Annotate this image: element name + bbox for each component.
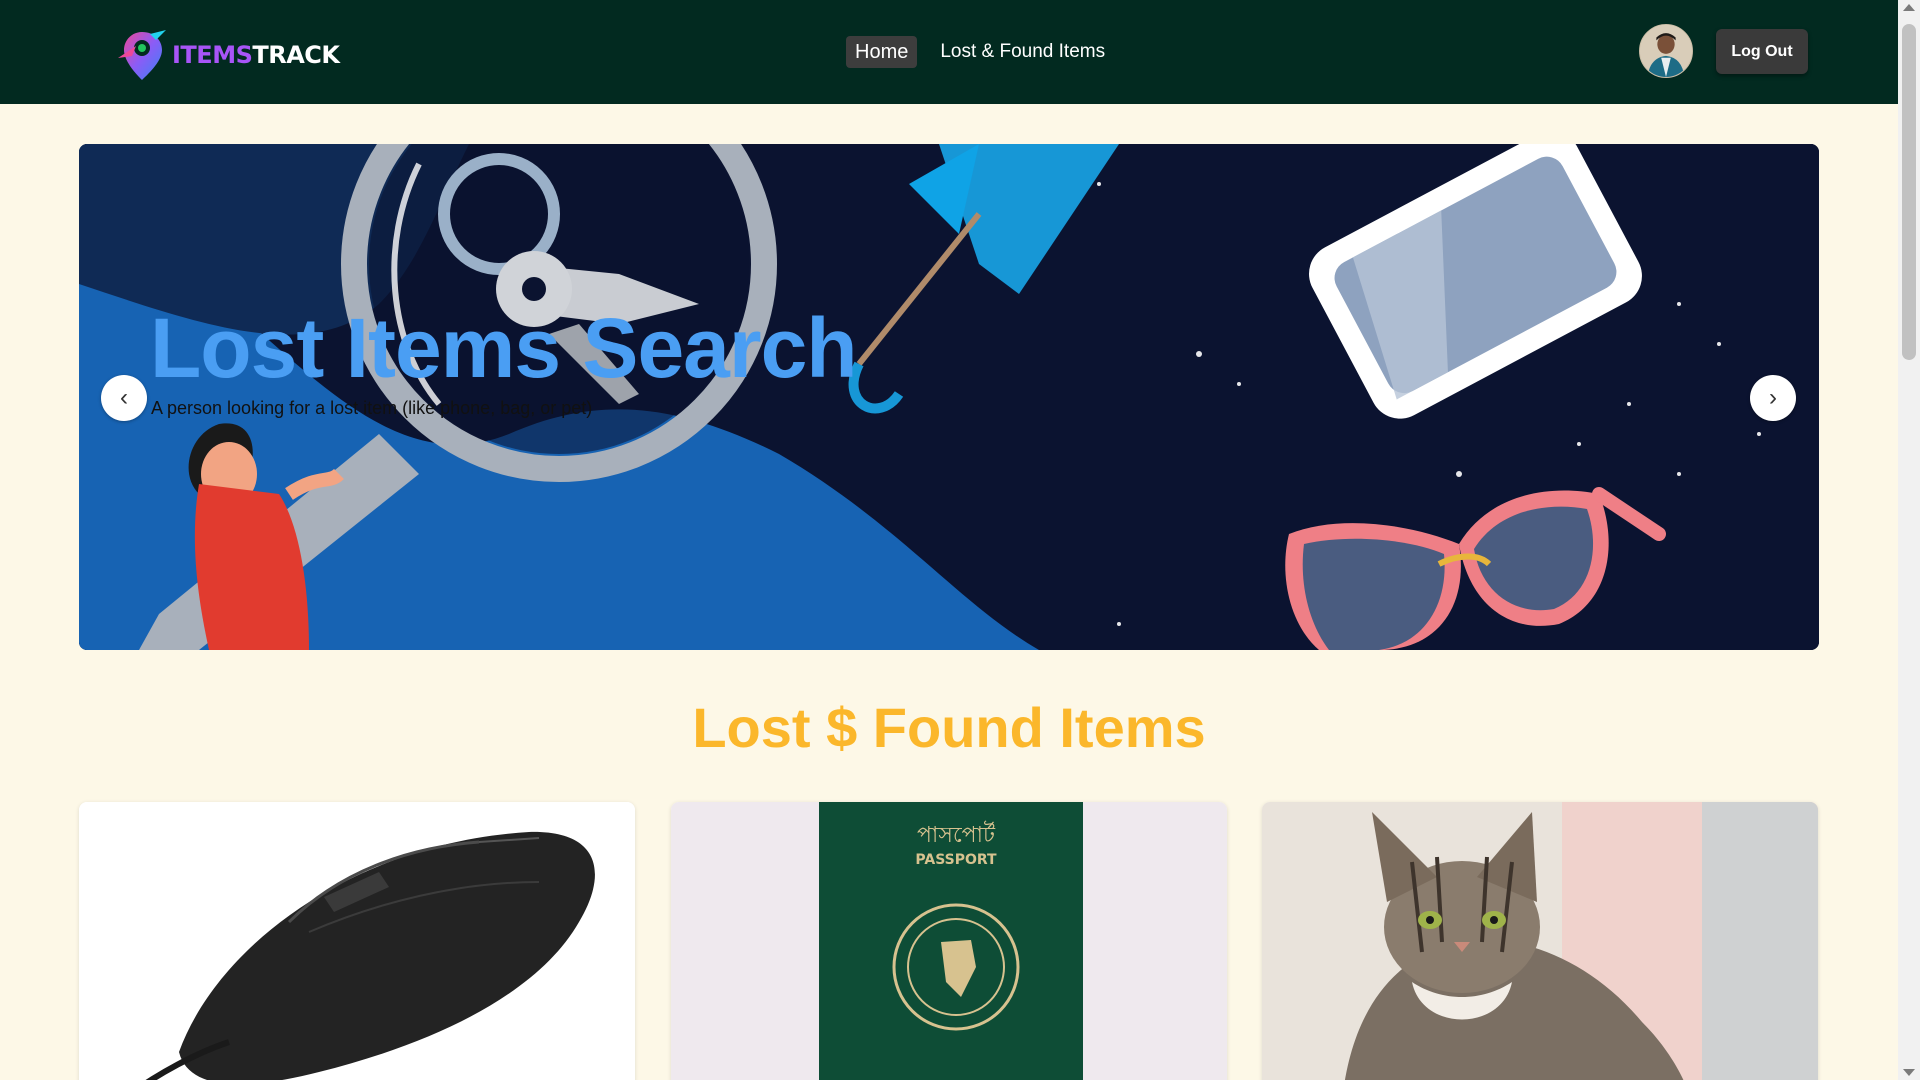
hero-carousel: Lost Items Search A person looking for a… — [79, 144, 1819, 650]
item-card-cat[interactable] — [1262, 802, 1818, 1080]
user-photo-icon — [1640, 25, 1692, 77]
passport-english-text: PASSPORT — [915, 852, 997, 868]
item-card-mouse[interactable] — [79, 802, 635, 1080]
scroll-thumb[interactable] — [1902, 24, 1916, 360]
passport-bengali-text: পাসপোর্ট — [917, 821, 996, 848]
nav-link-home[interactable]: Home — [846, 36, 918, 68]
user-avatar[interactable] — [1639, 24, 1693, 78]
hero-caption: A person looking for a lost item (like p… — [151, 398, 593, 418]
carousel-prev-button[interactable]: ‹ — [101, 375, 147, 421]
page-scrollbar[interactable] — [1898, 0, 1920, 1080]
logout-button[interactable]: Log Out — [1716, 29, 1808, 74]
item-card-passport[interactable]: পাসপোর্ট PASSPORT — [671, 802, 1227, 1080]
carousel-next-button[interactable]: › — [1750, 375, 1796, 421]
section-title: Lost $ Found Items — [692, 696, 1206, 759]
brand-name: ITEMSTRACK — [172, 41, 340, 69]
location-pin-logo-icon — [118, 30, 166, 80]
chevron-left-icon: ‹ — [120, 384, 128, 411]
scroll-down-icon[interactable] — [1903, 1069, 1915, 1076]
hero-illustration — [79, 144, 1819, 650]
passport-image: পাসপোর্ট PASSPORT — [671, 802, 1227, 1080]
hero-title: Lost Items Search — [150, 301, 858, 395]
main-nav: Home Lost & Found Items — [846, 36, 1105, 68]
brand-logo[interactable]: ITEMSTRACK — [112, 28, 340, 82]
nav-link-lost-found-items[interactable]: Lost & Found Items — [940, 42, 1105, 62]
navbar: ITEMSTRACK Home Lost & Found Items Log O… — [0, 0, 1898, 104]
computer-mouse-image — [79, 802, 635, 1080]
tabby-cat-image — [1262, 802, 1818, 1080]
chevron-right-icon: › — [1769, 384, 1777, 411]
scroll-up-icon[interactable] — [1903, 4, 1915, 11]
